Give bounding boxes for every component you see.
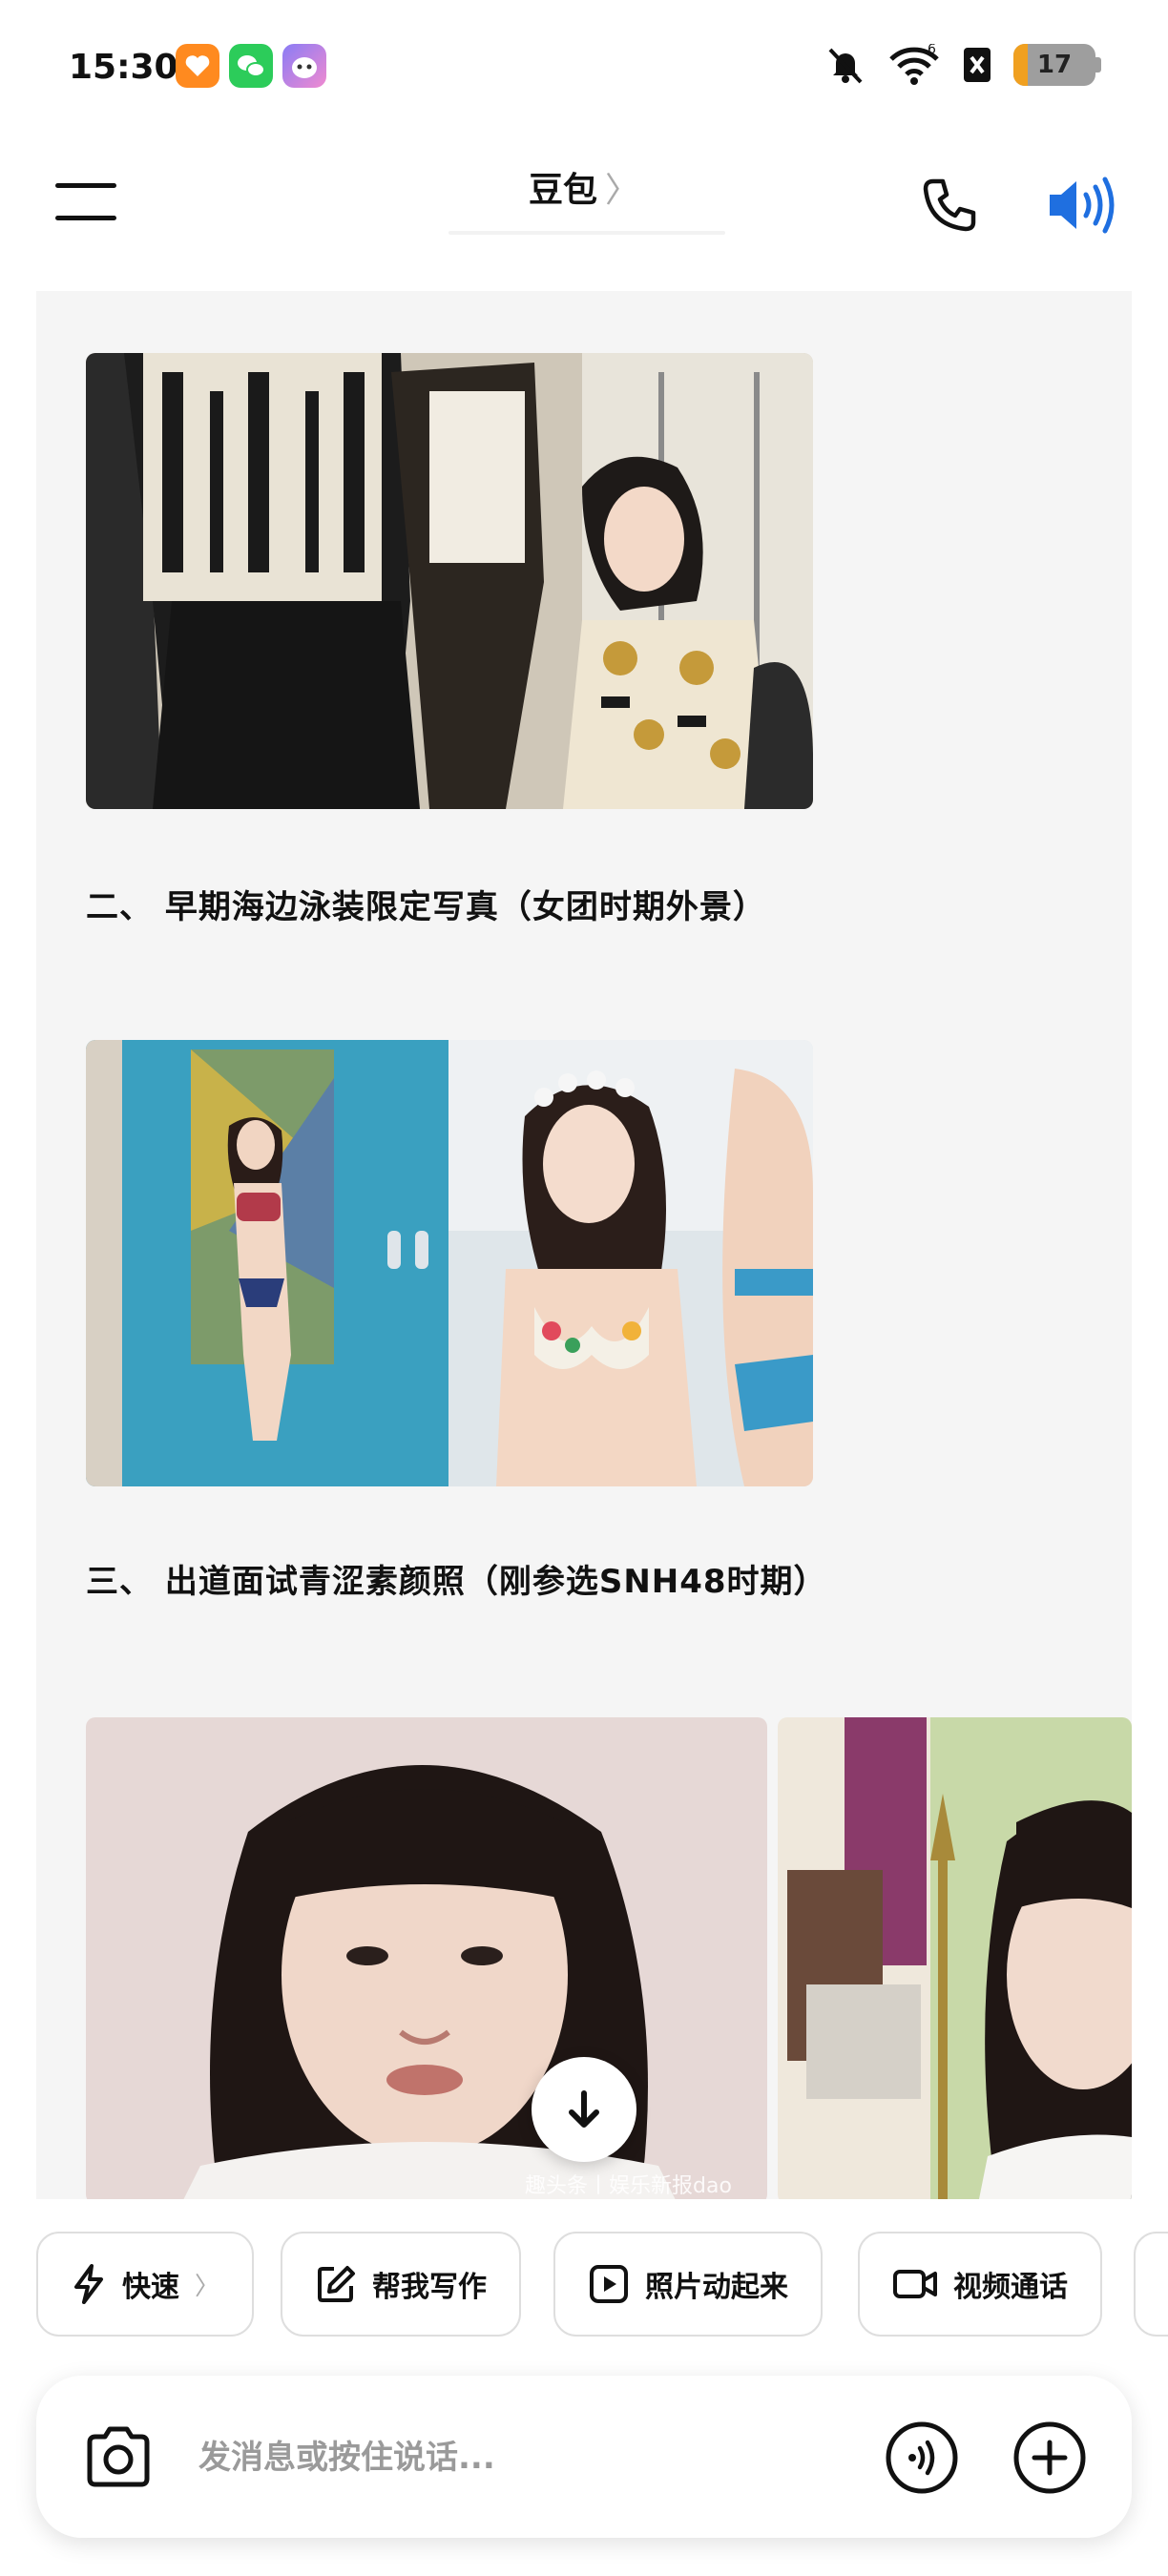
- speaker-button[interactable]: [1044, 172, 1120, 239]
- battery-indicator: 17: [1013, 44, 1095, 86]
- arrow-down-icon: [569, 2090, 599, 2128]
- plus-icon: [1013, 2421, 1086, 2494]
- menu-line: [55, 216, 116, 220]
- svg-text:6: 6: [928, 44, 936, 57]
- camera-button[interactable]: [80, 2421, 156, 2492]
- scroll-to-bottom-button[interactable]: [532, 2057, 636, 2162]
- chat-photo-audition-1[interactable]: 趣头条丨娱乐新报dao: [86, 1717, 767, 2199]
- photo-watermark: 趣头条丨娱乐新报dao: [525, 2174, 732, 2198]
- play-icon: [590, 2265, 628, 2303]
- camera-icon: [87, 2426, 150, 2487]
- bell-muted-icon: [828, 48, 863, 84]
- phone-call-button[interactable]: [916, 172, 983, 239]
- chat-photo-beach[interactable]: [86, 1040, 813, 1486]
- quick-action-more[interactable]: [1134, 2232, 1168, 2337]
- chevron-right-icon: 〉: [195, 2272, 220, 2301]
- voice-wave-icon: [886, 2421, 958, 2494]
- quick-action-help-write[interactable]: 帮我写作: [281, 2232, 521, 2337]
- quick-action-fast-mode[interactable]: 快速 〉: [36, 2232, 255, 2337]
- chat-photo-audition-2[interactable]: [778, 1717, 1132, 2199]
- chat-photo-backstage[interactable]: [86, 353, 813, 809]
- chat-header: 豆包〉: [0, 143, 1168, 277]
- message-input[interactable]: [198, 2429, 866, 2486]
- health-app-icon: [176, 44, 219, 88]
- wechat-icon: [229, 44, 273, 88]
- doubao-app-icon: [282, 44, 326, 88]
- section-heading-3: 三、 出道面试青涩素颜照（刚参选SNH48时期）: [86, 1563, 827, 1601]
- status-time: 15:30: [69, 48, 178, 87]
- message-composer: [36, 2376, 1132, 2538]
- assistant-title[interactable]: 豆包〉: [0, 162, 1168, 212]
- chevron-right-icon: 〉: [605, 171, 640, 210]
- no-sim-icon: [964, 48, 991, 82]
- section-heading-2: 二、 早期海边泳装限定写真（女团时期外景）: [86, 888, 766, 926]
- quick-actions-bar[interactable]: 快速 〉 帮我写作 照片动起来 视频通话: [0, 2228, 1168, 2342]
- quick-action-animate-photo[interactable]: 照片动起来: [553, 2232, 823, 2337]
- edit-icon: [318, 2266, 355, 2302]
- status-indicators: 6 17: [824, 44, 1101, 86]
- battery-level: 17: [1036, 51, 1073, 79]
- assistant-name: 豆包: [528, 171, 597, 210]
- quick-action-label: 快速: [122, 2271, 179, 2304]
- status-bar: 15:30 6 17: [0, 0, 1168, 134]
- quick-action-video-call[interactable]: 视频通话: [858, 2232, 1102, 2337]
- title-divider: [448, 231, 725, 235]
- chat-message-area[interactable]: 二、 早期海边泳装限定写真（女团时期外景） 三、 出道面试青涩素颜照（刚参选SN…: [36, 291, 1132, 2199]
- quick-action-label: 视频通话: [953, 2271, 1068, 2304]
- lightning-icon: [74, 2264, 103, 2304]
- quick-action-label: 帮我写作: [372, 2271, 487, 2304]
- speaker-icon: [1050, 177, 1115, 234]
- battery-tip: [1095, 57, 1101, 73]
- wifi-icon: 6: [889, 44, 939, 85]
- add-attachment-button[interactable]: [1012, 2420, 1088, 2496]
- phone-icon: [923, 178, 976, 232]
- voice-input-button[interactable]: [884, 2420, 960, 2496]
- video-camera-icon: [893, 2270, 937, 2298]
- quick-action-label: 照片动起来: [645, 2271, 788, 2304]
